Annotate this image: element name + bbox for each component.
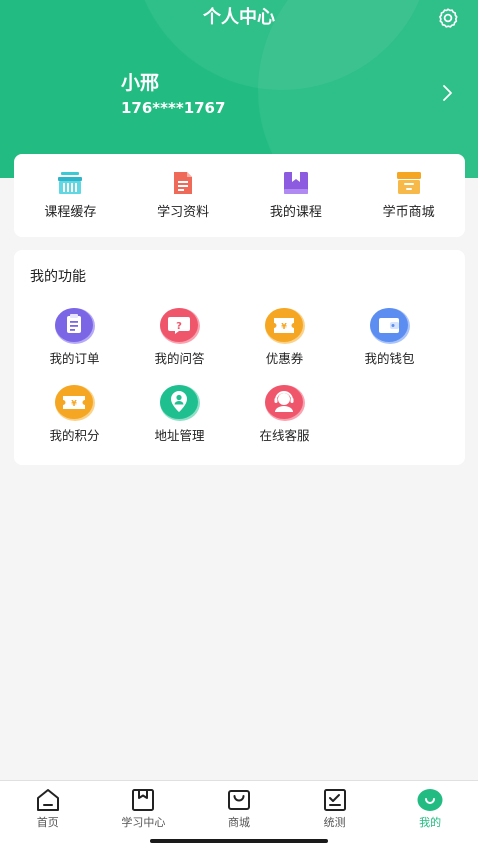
function-label: 我的积分 <box>49 428 100 443</box>
functions-grid: 我的订单 ? 我的问答 ¥ 优惠券 我的钱包 ¥ 我的积分 地址管理 在线客服 <box>22 305 442 445</box>
test-check-icon <box>323 789 346 811</box>
order-list-icon <box>53 305 97 345</box>
shop-box-icon <box>396 172 421 194</box>
tab-label: 学习中心 <box>121 816 166 829</box>
tab-label: 我的 <box>419 816 442 829</box>
book-bookmark-icon <box>132 789 155 811</box>
function-label: 在线客服 <box>259 428 310 443</box>
section-title: 我的功能 <box>30 269 86 285</box>
function-my-orders[interactable]: 我的订单 <box>22 305 127 368</box>
function-label: 我的问答 <box>154 351 205 366</box>
function-address-management[interactable]: 地址管理 <box>127 382 232 445</box>
quick-action-label: 我的课程 <box>269 205 322 220</box>
shopping-bag-icon <box>227 790 250 810</box>
profile-header: 个人中心 小邢 176****1767 <box>0 0 478 178</box>
chevron-right-icon[interactable] <box>440 83 454 103</box>
quick-action-my-courses[interactable]: 我的课程 <box>240 154 353 237</box>
tab-mine[interactable]: 我的 <box>382 781 478 850</box>
quick-action-course-cache[interactable]: 课程缓存 <box>14 154 127 237</box>
home-indicator[interactable] <box>150 839 328 843</box>
user-name[interactable]: 小邢 <box>121 71 159 95</box>
function-label: 我的订单 <box>49 351 100 366</box>
points-ticket-icon: ¥ <box>53 382 97 422</box>
function-my-qa[interactable]: ? 我的问答 <box>127 305 232 368</box>
svg-text:¥: ¥ <box>71 399 77 408</box>
home-icon <box>36 789 59 811</box>
function-label: 我的钱包 <box>364 351 415 366</box>
location-pin-icon <box>158 382 202 422</box>
download-cache-icon <box>58 172 83 194</box>
profile-smile-icon <box>417 789 443 811</box>
document-icon <box>174 172 193 194</box>
page-title: 个人中心 <box>203 7 275 28</box>
wallet-icon <box>368 305 412 345</box>
tab-home[interactable]: 首页 <box>0 781 96 850</box>
quick-action-label: 课程缓存 <box>44 205 97 220</box>
tab-label: 首页 <box>36 816 59 829</box>
tab-label: 商城 <box>227 816 250 829</box>
function-online-service[interactable]: 在线客服 <box>232 382 337 445</box>
svg-text:¥: ¥ <box>281 322 287 331</box>
bookmark-book-icon <box>283 172 308 194</box>
quick-action-coin-shop[interactable]: 学币商城 <box>352 154 465 237</box>
svg-text:?: ? <box>176 321 182 332</box>
question-icon: ? <box>158 305 202 345</box>
quick-action-label: 学习资料 <box>157 205 210 220</box>
my-functions-card: 我的功能 我的订单 ? 我的问答 ¥ 优惠券 我的钱包 ¥ 我的积分 地址管理 … <box>14 250 465 465</box>
quick-action-label: 学币商城 <box>382 205 435 220</box>
user-phone: 176****1767 <box>121 99 226 117</box>
gear-icon[interactable] <box>436 6 460 30</box>
quick-action-study-materials[interactable]: 学习资料 <box>127 154 240 237</box>
customer-service-icon <box>263 382 307 422</box>
tab-label: 统测 <box>323 816 346 829</box>
function-my-points[interactable]: ¥ 我的积分 <box>22 382 127 445</box>
function-label: 地址管理 <box>154 428 205 443</box>
function-my-wallet[interactable]: 我的钱包 <box>337 305 442 368</box>
function-label: 优惠券 <box>265 351 304 366</box>
coupon-icon: ¥ <box>263 305 307 345</box>
quick-actions-card: 课程缓存 学习资料 我的课程 学币商城 <box>14 154 465 237</box>
function-coupons[interactable]: ¥ 优惠券 <box>232 305 337 368</box>
